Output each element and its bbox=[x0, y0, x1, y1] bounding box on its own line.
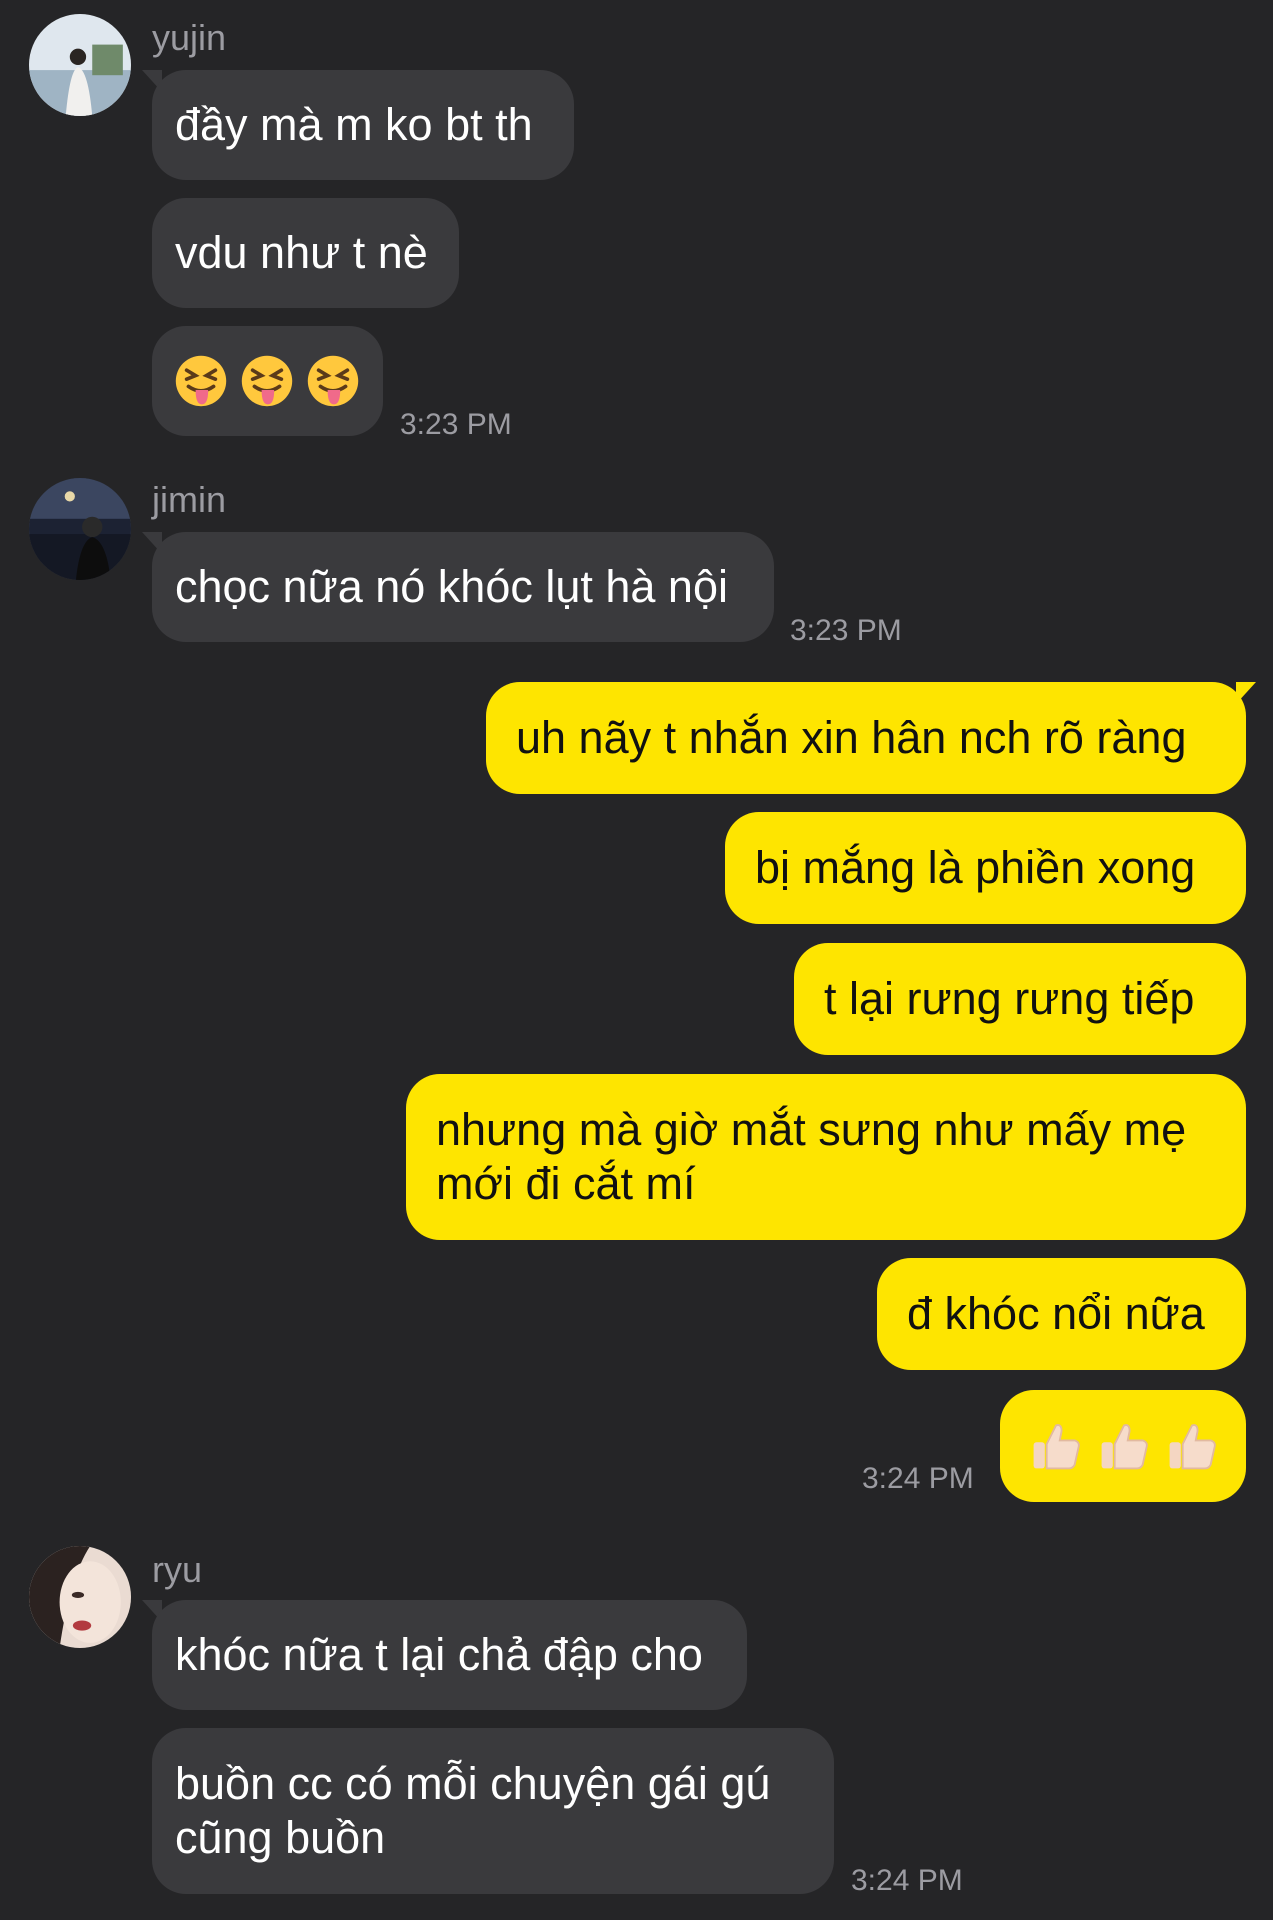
message-timestamp: 3:23 PM bbox=[400, 408, 512, 441]
avatar-jimin[interactable] bbox=[29, 478, 131, 580]
squinting-tongue-face-icon bbox=[307, 355, 359, 407]
emoji-row bbox=[174, 354, 360, 408]
message-text: bị mắng là phiền xong bbox=[755, 842, 1196, 893]
message-timestamp: 3:23 PM bbox=[790, 614, 902, 647]
message-bubble[interactable]: vdu như t nè bbox=[152, 198, 459, 308]
message-text: vdu như t nè bbox=[175, 227, 428, 278]
sender-name-yujin: yujin bbox=[152, 17, 227, 58]
sender-name-ryu: ryu bbox=[152, 1549, 203, 1590]
message-bubble[interactable]: đầy mà m ko bt th bbox=[152, 70, 574, 180]
message-bubble[interactable]: bị mắng là phiền xong bbox=[725, 812, 1246, 924]
avatar-yujin-photo-icon bbox=[29, 14, 131, 116]
thumbs-up-icon bbox=[1033, 1424, 1080, 1470]
emoji-row bbox=[1028, 1418, 1220, 1474]
message-bubble[interactable]: buồn cc có mỗi chuyện gái gú cũng buồn bbox=[152, 1728, 834, 1894]
message-bubble[interactable]: khóc nữa t lại chả đập cho bbox=[152, 1600, 747, 1710]
message-timestamp: 3:24 PM bbox=[862, 1462, 974, 1495]
message-bubble[interactable]: nhưng mà giờ mắt sưng như mấy mẹ mới đi … bbox=[406, 1074, 1246, 1240]
message-bubble[interactable]: chọc nữa nó khóc lụt hà nội bbox=[152, 532, 774, 642]
message-text: khóc nữa t lại chả đập cho bbox=[175, 1629, 703, 1680]
thumbs-up-icon bbox=[1169, 1424, 1216, 1470]
message-text: nhưng mà giờ mắt sưng như mấy mẹ mới đi … bbox=[436, 1104, 1187, 1209]
thumbs-up-icon bbox=[1101, 1424, 1148, 1470]
avatar-jimin-photo-icon bbox=[29, 478, 131, 580]
message-bubble[interactable]: uh nãy t nhắn xin hân nch rõ ràng bbox=[486, 682, 1246, 794]
message-text: uh nãy t nhắn xin hân nch rõ ràng bbox=[516, 712, 1187, 763]
message-text: đầy mà m ko bt th bbox=[175, 99, 533, 150]
sender-name-jimin: jimin bbox=[152, 479, 227, 520]
message-bubble[interactable]: đ khóc nổi nữa bbox=[877, 1258, 1246, 1370]
message-text: đ khóc nổi nữa bbox=[907, 1288, 1205, 1339]
message-bubble[interactable] bbox=[152, 326, 383, 436]
message-text: buồn cc có mỗi chuyện gái gú cũng buồn bbox=[175, 1758, 771, 1863]
avatar-ryu[interactable] bbox=[29, 1546, 131, 1648]
message-timestamp: 3:24 PM bbox=[851, 1864, 963, 1897]
message-text: chọc nữa nó khóc lụt hà nội bbox=[175, 561, 728, 612]
squinting-tongue-face-icon bbox=[241, 355, 293, 407]
message-bubble[interactable]: t lại rưng rưng tiếp bbox=[794, 943, 1246, 1055]
squinting-tongue-face-icon bbox=[175, 355, 227, 407]
message-text: t lại rưng rưng tiếp bbox=[824, 973, 1195, 1024]
message-bubble[interactable] bbox=[1000, 1390, 1246, 1502]
avatar-ryu-photo-icon bbox=[29, 1546, 131, 1648]
avatar-yujin[interactable] bbox=[29, 14, 131, 116]
